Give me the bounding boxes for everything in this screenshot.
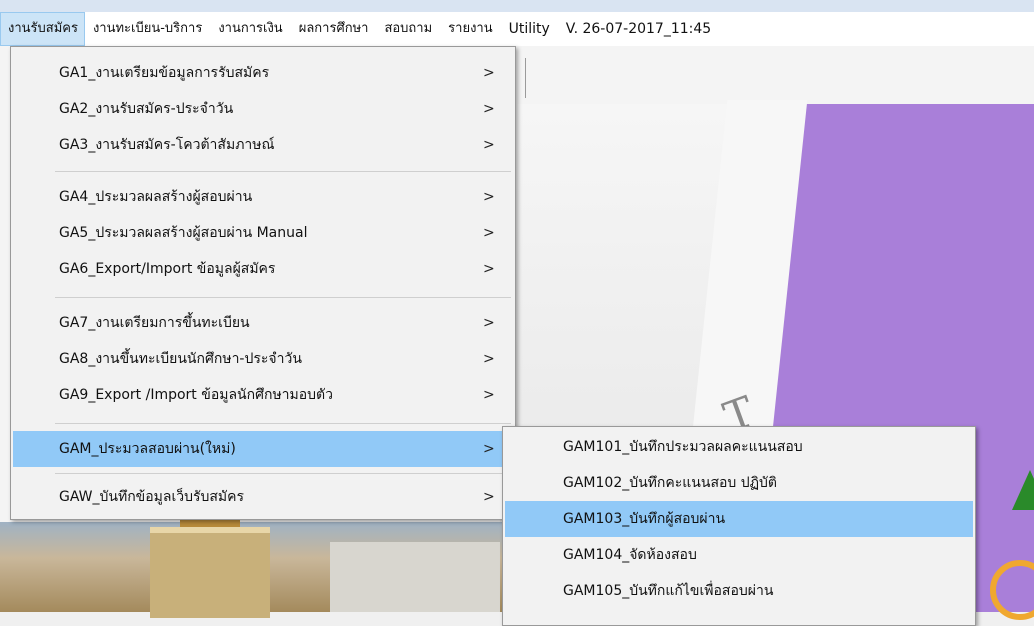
submenu-arrow-icon: > xyxy=(483,261,495,277)
menu-item-ga2[interactable]: GA2_งานรับสมัคร-ประจำวัน > xyxy=(13,91,513,127)
menu-item-ga3[interactable]: GA3_งานรับสมัคร-โควต้าสัมภาษณ์ > xyxy=(13,127,513,163)
menu-item-ga1[interactable]: GA1_งานเตรียมข้อมูลการรับสมัคร > xyxy=(13,55,513,91)
gam-submenu: GAM101_บันทึกประมวลผลคะแนนสอบ GAM102_บัน… xyxy=(502,426,976,626)
submenu-arrow-icon: > xyxy=(483,387,495,403)
menu-item-ga6[interactable]: GA6_Export/Import ข้อมูลผู้สมัคร > xyxy=(13,251,513,287)
submenu-item-label: GAM104_จัดห้องสอบ xyxy=(563,547,697,563)
submenu-item-gam103[interactable]: GAM103_บันทึกผู้สอบผ่าน xyxy=(505,501,973,537)
menu-separator xyxy=(55,171,511,172)
menu-item-ga5[interactable]: GA5_ประมวลผลสร้างผู้สอบผ่าน Manual > xyxy=(13,215,513,251)
menu-item-label: GA7_งานเตรียมการขึ้นทะเบียน xyxy=(59,315,250,331)
menu-item-label: GA3_งานรับสมัคร-โควต้าสัมภาษณ์ xyxy=(59,137,275,153)
submenu-arrow-icon: > xyxy=(483,441,495,457)
menu-item-gaw[interactable]: GAW_บันทึกข้อมูลเว็บรับสมัคร > xyxy=(13,479,513,515)
version-label: V. 26-07-2017_11:45 xyxy=(565,21,712,37)
menu-item-label: GA2_งานรับสมัคร-ประจำวัน xyxy=(59,101,234,117)
submenu-item-gam104[interactable]: GAM104_จัดห้องสอบ xyxy=(505,537,973,573)
menu-item-label: GA1_งานเตรียมข้อมูลการรับสมัคร xyxy=(59,65,270,81)
submenu-arrow-icon: > xyxy=(483,137,495,153)
submenu-arrow-icon: > xyxy=(483,189,495,205)
submenu-item-label: GAM105_บันทึกแก้ไขเพื่อสอบผ่าน xyxy=(563,583,774,599)
menu-registration-service[interactable]: งานทะเบียน-บริการ xyxy=(85,12,210,46)
menu-inquiry[interactable]: สอบถาม xyxy=(376,12,440,46)
menu-item-ga7[interactable]: GA7_งานเตรียมการขึ้นทะเบียน > xyxy=(13,305,513,341)
menu-separator xyxy=(55,473,511,474)
submenu-item-label: GAM102_บันทึกคะแนนสอบ ปฏิบัติ xyxy=(563,475,777,491)
menu-item-label: GA4_ประมวลผลสร้างผู้สอบผ่าน xyxy=(59,189,253,205)
submenu-arrow-icon: > xyxy=(483,315,495,331)
submenu-arrow-icon: > xyxy=(483,65,495,81)
menu-separator xyxy=(55,297,511,298)
submenu-item-gam102[interactable]: GAM102_บันทึกคะแนนสอบ ปฏิบัติ xyxy=(505,465,973,501)
submenu-item-label: GAM103_บันทึกผู้สอบผ่าน xyxy=(563,511,726,527)
background-green-shape xyxy=(1012,470,1034,510)
menu-item-ga9[interactable]: GA9_Export /Import ข้อมูลนักศึกษามอบตัว … xyxy=(13,377,513,413)
menu-utility[interactable]: Utility xyxy=(501,12,558,46)
submenu-arrow-icon: > xyxy=(483,225,495,241)
submenu-arrow-icon: > xyxy=(483,351,495,367)
menu-item-gam[interactable]: GAM_ประมวลสอบผ่าน(ใหม่) > xyxy=(13,431,513,467)
menubar: งานรับสมัคร งานทะเบียน-บริการ งานการเงิน… xyxy=(0,12,1034,46)
menu-item-label: GAM_ประมวลสอบผ่าน(ใหม่) xyxy=(59,441,236,457)
menu-item-ga8[interactable]: GA8_งานขึ้นทะเบียนนักศึกษา-ประจำวัน > xyxy=(13,341,513,377)
menu-item-label: GA9_Export /Import ข้อมูลนักศึกษามอบตัว xyxy=(59,387,334,403)
menu-grades[interactable]: ผลการศึกษา xyxy=(291,12,377,46)
submenu-item-gam105[interactable]: GAM105_บันทึกแก้ไขเพื่อสอบผ่าน xyxy=(505,573,973,609)
menu-item-label: GA5_ประมวลผลสร้างผู้สอบผ่าน Manual xyxy=(59,225,308,241)
admission-dropdown-menu: GA1_งานเตรียมข้อมูลการรับสมัคร > GA2_งาน… xyxy=(10,46,516,520)
submenu-arrow-icon: > xyxy=(483,489,495,505)
background-campus-photo xyxy=(0,516,515,618)
toolbar-separator-line xyxy=(525,58,526,98)
photo-building-right xyxy=(330,542,500,612)
menu-item-label: GA8_งานขึ้นทะเบียนนักศึกษา-ประจำวัน xyxy=(59,351,302,367)
photo-building xyxy=(150,527,270,618)
menu-item-label: GAW_บันทึกข้อมูลเว็บรับสมัคร xyxy=(59,489,245,505)
menu-reports[interactable]: รายงาน xyxy=(440,12,500,46)
submenu-item-label: GAM101_บันทึกประมวลผลคะแนนสอบ xyxy=(563,439,803,455)
menu-item-label: GA6_Export/Import ข้อมูลผู้สมัคร xyxy=(59,261,276,277)
menu-separator xyxy=(55,423,511,424)
menu-finance[interactable]: งานการเงิน xyxy=(210,12,290,46)
submenu-arrow-icon: > xyxy=(483,101,495,117)
submenu-item-gam101[interactable]: GAM101_บันทึกประมวลผลคะแนนสอบ xyxy=(505,429,973,465)
menu-admission[interactable]: งานรับสมัคร xyxy=(0,12,85,46)
window-top-strip xyxy=(0,0,1034,12)
menu-item-ga4[interactable]: GA4_ประมวลผลสร้างผู้สอบผ่าน > xyxy=(13,179,513,215)
